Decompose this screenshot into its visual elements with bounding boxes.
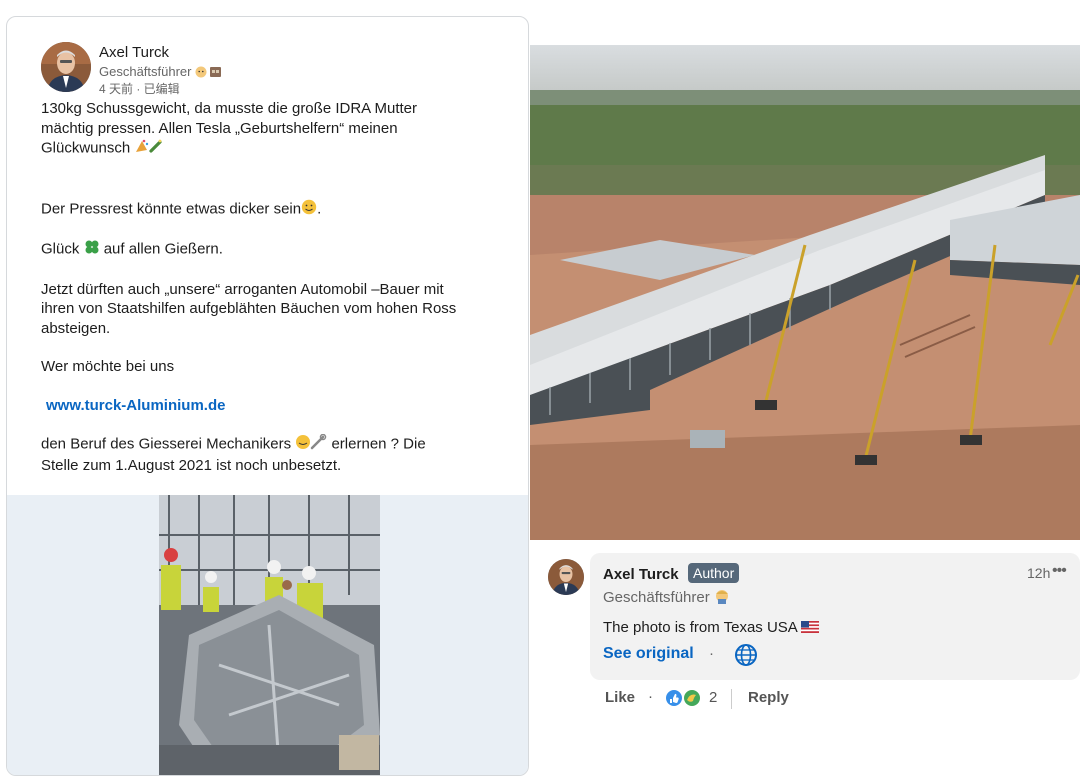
us-flag-icon [801,620,820,637]
comment-text: The photo is from Texas USA [603,619,820,637]
author-name[interactable]: Axel Turck [99,44,169,61]
commenter-avatar[interactable] [548,559,584,595]
separator-dot: · [648,688,653,705]
post-card: Axel Turck Geschäftsführer 4 天前 · 已编辑 13… [6,16,529,776]
like-button[interactable]: Like [605,689,635,706]
more-options-icon[interactable]: ••• [1052,562,1067,580]
post-line: den Beruf des Giesserei Mechanikers erle… [41,433,511,456]
post-line: Der Pressrest könnte etwas dicker sein . [41,199,511,221]
globe-icon[interactable] [734,643,758,667]
post-line: Glück auf allen Gießern. [41,239,511,261]
post-line: Jetzt dürften auch „unsere“ arroganten A… [41,280,444,298]
comment-text-body: The photo is from Texas USA [603,619,797,636]
post-line-text: den Beruf des Giesserei Mechanikers [41,435,292,453]
actions-divider [731,689,732,709]
post-link-line: www.turck-Aluminium.de [41,396,511,416]
mechanic-wrench-emoji-icon [295,433,327,456]
post-body: 130kg Schussgewicht, da musste die große… [41,99,511,475]
smiley-emoji-icon [301,199,317,221]
period: . [317,200,322,218]
post-line: Wer möchte bei uns [41,358,175,375]
commenter-name[interactable]: Axel Turck [603,566,679,583]
separator-dot: · [709,645,714,662]
reaction-icons[interactable] [665,689,703,707]
commenter-role-text: Geschäftsführer [603,588,710,606]
author-role-text: Geschäftsführer [99,64,192,79]
post-line: Stelle zum 1.August 2021 ist noch unbese… [41,456,342,474]
factory-workers-photo[interactable] [159,495,380,775]
post-line-text: erlernen ? Die [331,435,426,453]
post-line: absteigen. [41,319,111,337]
commenter-role: Geschäftsführer [603,588,730,608]
author-avatar[interactable] [41,42,91,92]
post-timestamp: 4 天前 · 已编辑 [99,82,180,96]
comment-bubble: Axel Turck Author 12h ••• Geschäftsführe… [590,553,1080,680]
post-line: Glückwunsch [41,138,511,160]
party-champagne-emoji-icon [134,138,164,160]
reaction-count: 2 [709,689,718,706]
website-link[interactable]: www.turck-Aluminium.de [41,397,225,414]
see-original-link[interactable]: See original [603,645,694,663]
author-badge: Author [688,563,740,583]
post-line: 130kg Schussgewicht, da musste die große… [41,100,418,117]
post-line: ihren von Staatshilfen aufgeblähten Bäuc… [41,300,457,317]
post-line-text: Der Pressrest könnte etwas dicker sein [41,200,302,218]
comment-timestamp: 12h [1027,565,1051,581]
four-leaf-clover-icon [84,239,100,261]
post-line-text: auf allen Gießern. [103,240,223,258]
post-media-area [7,495,528,775]
post-line-text: Glückwunsch [41,139,131,157]
gigafactory-aerial-photo[interactable] [530,45,1080,540]
worker-emoji-icon [714,588,730,608]
post-line: mächtig pressen. Allen Tesla „Geburtshel… [41,119,398,137]
author-role: Geschäftsführer [99,64,223,81]
worker-emoji-icon [195,65,223,81]
post-line-text: Glück [41,240,80,258]
reply-button[interactable]: Reply [748,689,789,706]
